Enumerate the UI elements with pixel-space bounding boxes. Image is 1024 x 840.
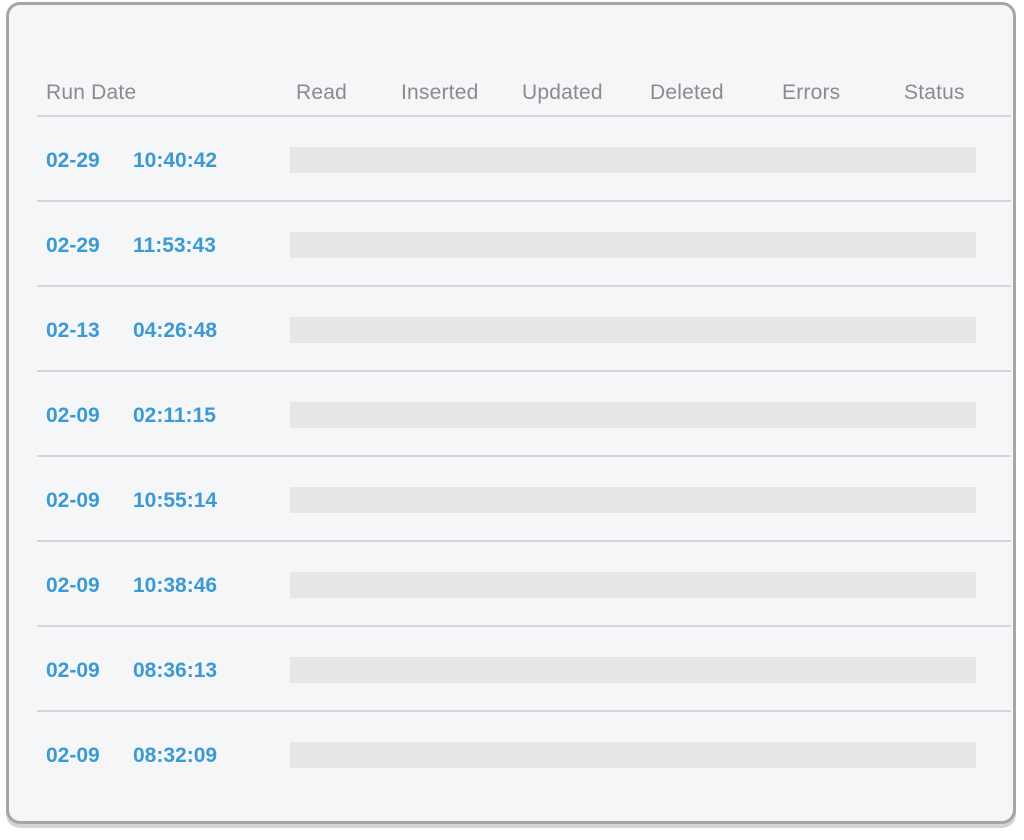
column-header-inserted[interactable]: Inserted — [401, 81, 478, 105]
table-row[interactable]: 02-09 08:32:09 — [37, 712, 1011, 797]
column-header-errors[interactable]: Errors — [782, 81, 840, 105]
run-date[interactable]: 02-29 — [46, 149, 100, 173]
column-header-updated[interactable]: Updated — [522, 81, 603, 105]
loading-placeholder-bar — [290, 147, 976, 173]
column-header-deleted[interactable]: Deleted — [650, 81, 724, 105]
run-time[interactable]: 10:38:46 — [133, 574, 217, 598]
run-time[interactable]: 10:40:42 — [133, 149, 217, 173]
loading-placeholder-bar — [290, 657, 976, 683]
column-header-status[interactable]: Status — [904, 81, 965, 105]
table-row[interactable]: 02-29 10:40:42 — [37, 117, 1011, 202]
table-row[interactable]: 02-09 10:38:46 — [37, 542, 1011, 627]
loading-placeholder-bar — [290, 487, 976, 513]
table-row[interactable]: 02-13 04:26:48 — [37, 287, 1011, 372]
run-date[interactable]: 02-29 — [46, 234, 100, 258]
loading-placeholder-bar — [290, 742, 976, 768]
table-row[interactable]: 02-09 02:11:15 — [37, 372, 1011, 457]
column-header-run-date[interactable]: Run Date — [46, 81, 136, 105]
run-time[interactable]: 08:36:13 — [133, 659, 217, 683]
table-header: Run Date Read Inserted Updated Deleted E… — [37, 71, 1011, 117]
run-date[interactable]: 02-09 — [46, 659, 100, 683]
table-row[interactable]: 02-29 11:53:43 — [37, 202, 1011, 287]
run-time[interactable]: 10:55:14 — [133, 489, 217, 513]
run-date[interactable]: 02-09 — [46, 574, 100, 598]
run-date[interactable]: 02-09 — [46, 744, 100, 768]
loading-placeholder-bar — [290, 572, 976, 598]
run-time[interactable]: 08:32:09 — [133, 744, 217, 768]
table-row[interactable]: 02-09 10:55:14 — [37, 457, 1011, 542]
run-time[interactable]: 04:26:48 — [133, 319, 217, 343]
run-date[interactable]: 02-13 — [46, 319, 100, 343]
run-time[interactable]: 02:11:15 — [133, 404, 216, 428]
loading-placeholder-bar — [290, 232, 976, 258]
column-header-read[interactable]: Read — [296, 81, 347, 105]
run-date[interactable]: 02-09 — [46, 489, 100, 513]
loading-placeholder-bar — [290, 402, 976, 428]
table-row[interactable]: 02-09 08:36:13 — [37, 627, 1011, 712]
loading-placeholder-bar — [290, 317, 976, 343]
run-date[interactable]: 02-09 — [46, 404, 100, 428]
run-history-panel: Run Date Read Inserted Updated Deleted E… — [6, 2, 1016, 824]
run-time[interactable]: 11:53:43 — [133, 234, 216, 258]
